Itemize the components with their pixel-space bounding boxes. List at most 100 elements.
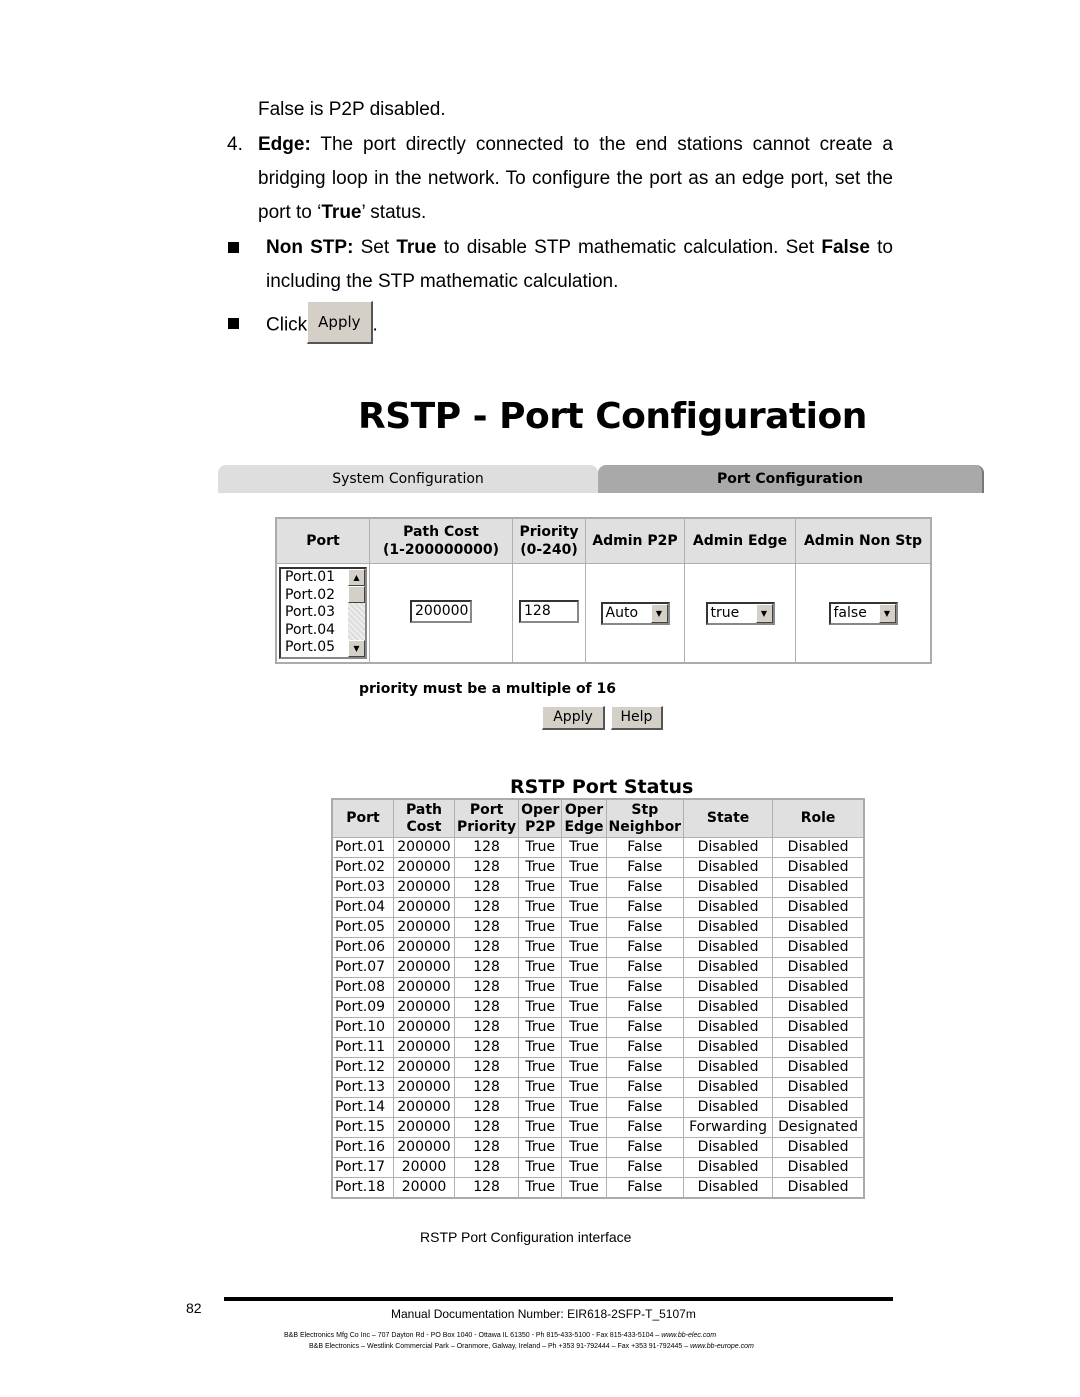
cell-oper-p2p: True (518, 857, 563, 878)
address-text: B&B Electronics – Westlink Commercial Pa… (309, 1343, 691, 1350)
admin-edge-select[interactable]: true ▼ (705, 601, 775, 625)
nonstp-false: False (821, 237, 870, 258)
cell-port-priority: 128 (453, 1157, 520, 1178)
doc-number: Manual Documentation Number: EIR618-2SFP… (391, 1307, 696, 1321)
cell-stp-neighbor: False (605, 877, 685, 898)
admin-non-stp-select[interactable]: false ▼ (828, 601, 898, 625)
cell-oper-edge: True (561, 897, 607, 918)
body-line-p2p: False is P2P disabled. (258, 99, 446, 120)
status-header-role: Role (772, 798, 865, 838)
list-number-4: 4. (227, 134, 243, 155)
cell-path-cost: 200000 (393, 1097, 455, 1118)
admin-p2p-select[interactable]: Auto ▼ (600, 601, 670, 625)
address-url: www.bb-europe.com (690, 1343, 754, 1350)
port-list-cell: Port.01 Port.02 Port.03 Port.04 Port.05 … (275, 563, 370, 664)
admin-edge-cell: true ▼ (684, 563, 796, 664)
path-cost-input[interactable]: 200000 (410, 599, 472, 623)
cell-state: Disabled (683, 857, 774, 878)
cell-oper-edge: True (561, 977, 607, 998)
click-apply-line: Click Apply. (266, 301, 378, 344)
cell-stp-neighbor: False (605, 1177, 685, 1199)
cell-stp-neighbor: False (605, 917, 685, 938)
priority-input[interactable]: 128 (519, 599, 579, 623)
cell-path-cost: 200000 (393, 1017, 455, 1038)
cell-role: Designated (772, 1117, 865, 1138)
cell-stp-neighbor: False (605, 937, 685, 958)
cell-port-priority: 128 (453, 1117, 520, 1138)
listbox-scrollbar[interactable]: ▲ ▼ (348, 569, 365, 657)
cell-port: Port.02 (331, 857, 394, 878)
cell-state: Disabled (683, 1177, 774, 1199)
header-port: Port (275, 517, 370, 564)
cell-role: Disabled (772, 897, 865, 918)
cell-stp-neighbor: False (605, 857, 685, 878)
status-table-body: Port.01 200000 128 True True False Disabled Dis… (331, 837, 865, 1199)
cell-port: Port.14 (331, 1097, 394, 1118)
cell-port: Port.06 (331, 937, 394, 958)
path-cost-cell: 200000 (369, 563, 513, 664)
tab-port-configuration[interactable]: Port Configuration (598, 465, 984, 493)
cell-oper-p2p: True (518, 1097, 563, 1118)
header-admin-edge: Admin Edge (684, 517, 796, 564)
cell-oper-edge: True (561, 957, 607, 978)
cell-port: Port.04 (331, 897, 394, 918)
header-line: Priority (457, 818, 517, 835)
admin-non-stp-value: false (833, 604, 867, 621)
cell-port-priority: 128 (453, 937, 520, 958)
apply-button[interactable]: Apply (542, 706, 605, 730)
cell-path-cost: 200000 (393, 897, 455, 918)
edge-paragraph: Edge: The port directly connected to the… (258, 128, 893, 230)
cell-path-cost: 200000 (393, 1057, 455, 1078)
scroll-down-icon[interactable]: ▼ (348, 640, 365, 657)
table-row: Port.07 200000 128 True True False Disabled Dis… (331, 957, 865, 978)
footer-rule (224, 1297, 893, 1301)
cell-oper-p2p: True (518, 997, 563, 1018)
inline-apply-button[interactable]: Apply (307, 301, 373, 344)
cell-port: Port.13 (331, 1077, 394, 1098)
table-row: Port.13 200000 128 True True False Disabled Dis… (331, 1077, 865, 1098)
header-line: Port (469, 801, 504, 818)
admin-edge-value: true (710, 604, 740, 621)
admin-p2p-value: Auto (605, 604, 639, 621)
port-listbox[interactable]: Port.01 Port.02 Port.03 Port.04 Port.05 … (279, 567, 367, 659)
dropdown-arrow-icon[interactable]: ▼ (650, 603, 668, 623)
cell-port-priority: 128 (453, 1057, 520, 1078)
table-row: Port.09 200000 128 True True False Disabled Dis… (331, 997, 865, 1018)
cell-port-priority: 128 (453, 997, 520, 1018)
cell-path-cost: 200000 (393, 957, 455, 978)
cell-state: Disabled (683, 1137, 774, 1158)
cell-role: Disabled (772, 997, 865, 1018)
cell-path-cost: 200000 (393, 1117, 455, 1138)
tab-system-configuration[interactable]: System Configuration (218, 465, 598, 493)
cell-stp-neighbor: False (605, 997, 685, 1018)
cell-path-cost: 200000 (393, 1137, 455, 1158)
cell-role: Disabled (772, 1137, 865, 1158)
cell-oper-edge: True (561, 1097, 607, 1118)
header-line: Cost (406, 818, 442, 835)
status-header-oper-edge: Oper Edge (561, 798, 607, 838)
help-button[interactable]: Help (611, 706, 663, 730)
cell-role: Disabled (772, 837, 865, 858)
admin-p2p-cell: Auto ▼ (585, 563, 685, 664)
dropdown-arrow-icon[interactable]: ▼ (755, 603, 773, 623)
cell-port-priority: 128 (453, 1177, 520, 1199)
cell-stp-neighbor: False (605, 1017, 685, 1038)
status-header-stp-neighbor: Stp Neighbor (605, 798, 685, 838)
header-priority-l1: Priority (519, 524, 579, 540)
cell-oper-p2p: True (518, 1157, 563, 1178)
cell-port: Port.17 (331, 1157, 394, 1178)
cell-port: Port.15 (331, 1117, 394, 1138)
cell-oper-edge: True (561, 1017, 607, 1038)
table-row: Port.11 200000 128 True True False Disabled Dis… (331, 1037, 865, 1058)
cell-port-priority: 128 (453, 1097, 520, 1118)
cell-port: Port.11 (331, 1037, 394, 1058)
cell-port: Port.08 (331, 977, 394, 998)
scroll-up-icon[interactable]: ▲ (348, 569, 365, 586)
cell-stp-neighbor: False (605, 1037, 685, 1058)
click-label: Click (266, 314, 308, 336)
cell-state: Disabled (683, 1097, 774, 1118)
dropdown-arrow-icon[interactable]: ▼ (878, 603, 896, 623)
scroll-thumb[interactable] (348, 586, 365, 603)
priority-note: priority must be a multiple of 16 (359, 681, 617, 697)
cell-state: Disabled (683, 1057, 774, 1078)
